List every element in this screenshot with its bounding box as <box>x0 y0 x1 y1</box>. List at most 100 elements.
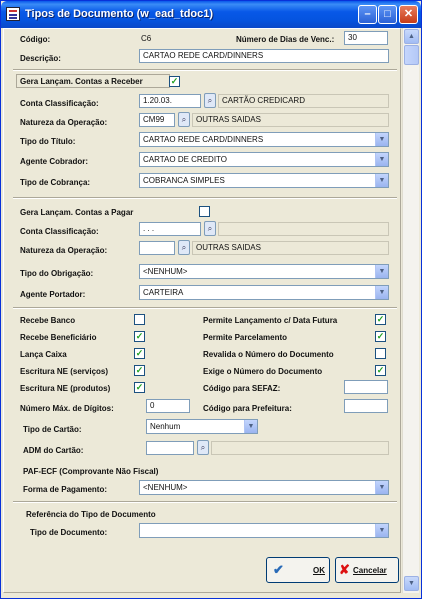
search-icon[interactable]: ⌕ <box>178 112 190 127</box>
natureza-receber-desc: OUTRAS SAIDAS <box>192 113 389 127</box>
conta-pagar-label: Conta Classificação: <box>20 227 99 236</box>
recebe-banco-label: Recebe Banco <box>20 316 76 325</box>
adm-cartao-desc <box>211 441 389 455</box>
forma-pagamento-label: Forma de Pagamento: <box>23 485 108 494</box>
divider <box>13 197 397 199</box>
chevron-down-icon[interactable]: ▼ <box>375 481 388 494</box>
recebe-beneficiario-checkbox[interactable]: ✓ <box>134 331 145 342</box>
escritura-produtos-label: Escritura NE (produtos) <box>20 384 111 393</box>
cancel-icon: ✘ <box>339 562 350 577</box>
codigo-field[interactable]: C6 <box>141 34 201 48</box>
revalida-numero-label: Revalida o Número do Documento <box>203 350 334 359</box>
chevron-down-icon[interactable]: ▼ <box>375 133 388 146</box>
gera-receber-checkbox[interactable]: ✓ <box>169 76 180 87</box>
tipo-obrigacao-dropdown[interactable]: <NENHUM> ▼ <box>139 264 389 279</box>
scroll-up-icon[interactable]: ▲ <box>404 29 419 44</box>
title-bar[interactable]: Tipos de Documento (w_ead_tdoc1) – □ ✕ <box>1 1 421 28</box>
chevron-down-icon[interactable]: ▼ <box>375 174 388 187</box>
cancel-button[interactable]: ✘ Cancelar <box>335 557 399 583</box>
search-icon[interactable]: ⌕ <box>204 221 216 236</box>
tipo-titulo-value: CARTAO REDE CARD/DINNERS <box>143 135 264 144</box>
permite-lancamento-checkbox[interactable]: ✓ <box>375 314 386 325</box>
maximize-button[interactable]: □ <box>378 5 397 24</box>
ok-icon: ✔ <box>273 562 284 577</box>
divider <box>13 501 397 503</box>
app-icon <box>6 7 20 21</box>
tipo-obrigacao-label: Tipo do Obrigação: <box>20 269 94 278</box>
natureza-pagar-label: Natureza da Operação: <box>20 246 108 255</box>
chevron-down-icon[interactable]: ▼ <box>375 265 388 278</box>
chevron-down-icon[interactable]: ▼ <box>375 153 388 166</box>
agente-portador-dropdown[interactable]: CARTEIRA ▼ <box>139 285 389 300</box>
natureza-pagar-desc: OUTRAS SAIDAS <box>192 241 389 255</box>
codigo-prefeitura-label: Código para Prefeitura: <box>203 404 292 413</box>
gera-pagar-checkbox[interactable] <box>199 206 210 217</box>
tipo-titulo-dropdown[interactable]: CARTAO REDE CARD/DINNERS ▼ <box>139 132 389 147</box>
window-title: Tipos de Documento (w_ead_tdoc1) <box>25 8 214 20</box>
max-digitos-field[interactable]: 0 <box>146 399 190 413</box>
dialog-window: Tipos de Documento (w_ead_tdoc1) – □ ✕ C… <box>0 0 422 599</box>
descricao-field[interactable]: CARTAO REDE CARD/DINNERS <box>139 49 389 63</box>
tipo-cartao-dropdown[interactable]: Nenhum ▼ <box>146 419 258 434</box>
descricao-label: Descrição: <box>20 54 61 63</box>
gera-receber-label: Gera Lançam. Contas a Receber <box>20 77 143 86</box>
agente-portador-value: CARTEIRA <box>143 288 184 297</box>
close-button[interactable]: ✕ <box>399 5 418 24</box>
revalida-numero-checkbox[interactable] <box>375 348 386 359</box>
codigo-sefaz-field[interactable] <box>344 380 388 394</box>
agente-cobrador-dropdown[interactable]: CARTAO DE CREDITO ▼ <box>139 152 389 167</box>
ok-label: OK <box>313 566 325 575</box>
escritura-servicos-checkbox[interactable]: ✓ <box>134 365 145 376</box>
cancel-label: Cancelar <box>353 566 387 575</box>
tipo-obrigacao-value: <NENHUM> <box>143 267 188 276</box>
dias-vencimento-field[interactable]: 30 <box>344 31 388 45</box>
natureza-pagar-code[interactable] <box>139 241 175 255</box>
exige-numero-checkbox[interactable]: ✓ <box>375 365 386 376</box>
exige-numero-label: Exige o Número do Documento <box>203 367 323 376</box>
conta-receber-code[interactable]: 1.20.03. <box>139 94 201 108</box>
vertical-scrollbar[interactable]: ▲ ▼ <box>402 28 419 593</box>
adm-cartao-field[interactable] <box>146 441 194 455</box>
scroll-thumb[interactable] <box>404 45 419 65</box>
referencia-title: Referência do Tipo de Documento <box>26 510 156 519</box>
search-icon[interactable]: ⌕ <box>204 93 216 108</box>
tipo-cartao-value: Nenhum <box>150 422 181 431</box>
recebe-beneficiario-label: Recebe Beneficiário <box>20 333 97 342</box>
chevron-down-icon[interactable]: ▼ <box>244 420 257 433</box>
dias-vencimento-label: Número de Dias de Venc.: <box>236 35 335 44</box>
chevron-down-icon[interactable]: ▼ <box>375 524 388 537</box>
conta-pagar-code[interactable]: . . . <box>139 222 201 236</box>
tipo-cobranca-label: Tipo de Cobrança: <box>20 178 91 187</box>
conta-receber-desc: CARTÃO CREDICARD <box>218 94 389 108</box>
codigo-prefeitura-field[interactable] <box>344 399 388 413</box>
form-content: Código: C6 Número de Dias de Venc.: 30 D… <box>3 28 401 593</box>
permite-parcelamento-checkbox[interactable]: ✓ <box>375 331 386 342</box>
agente-cobrador-value: CARTAO DE CREDITO <box>143 155 228 164</box>
search-icon[interactable]: ⌕ <box>197 440 209 455</box>
forma-pagamento-dropdown[interactable]: <NENHUM> ▼ <box>139 480 389 495</box>
lanca-caixa-checkbox[interactable]: ✓ <box>134 348 145 359</box>
codigo-sefaz-label: Código para SEFAZ: <box>203 384 281 393</box>
permite-parcelamento-label: Permite Parcelamento <box>203 333 288 342</box>
gera-pagar-label: Gera Lançam. Contas a Pagar <box>20 208 134 217</box>
minimize-button[interactable]: – <box>358 5 377 24</box>
forma-pagamento-value: <NENHUM> <box>143 483 188 492</box>
natureza-receber-code[interactable]: CM99 <box>139 113 175 127</box>
tipo-documento-dropdown[interactable]: ▼ <box>139 523 389 538</box>
adm-cartao-label: ADM do Cartão: <box>23 446 84 455</box>
agente-portador-label: Agente Portador: <box>20 290 86 299</box>
chevron-down-icon[interactable]: ▼ <box>375 286 388 299</box>
tipo-cobranca-dropdown[interactable]: COBRANCA SIMPLES ▼ <box>139 173 389 188</box>
escritura-produtos-checkbox[interactable]: ✓ <box>134 382 145 393</box>
natureza-receber-label: Natureza da Operação: <box>20 118 108 127</box>
scroll-down-icon[interactable]: ▼ <box>404 576 419 591</box>
max-digitos-label: Número Máx. de Dígitos: <box>20 404 114 413</box>
conta-receber-label: Conta Classificação: <box>20 99 99 108</box>
permite-lancamento-label: Permite Lançamento c/ Data Futura <box>203 316 338 325</box>
search-icon[interactable]: ⌕ <box>178 240 190 255</box>
agente-cobrador-label: Agente Cobrador: <box>20 157 88 166</box>
divider <box>13 307 397 309</box>
ok-button[interactable]: ✔ OK <box>266 557 330 583</box>
paf-ecf-title: PAF-ECF (Comprovante Não Fiscal) <box>23 467 159 476</box>
recebe-banco-checkbox[interactable] <box>134 314 145 325</box>
